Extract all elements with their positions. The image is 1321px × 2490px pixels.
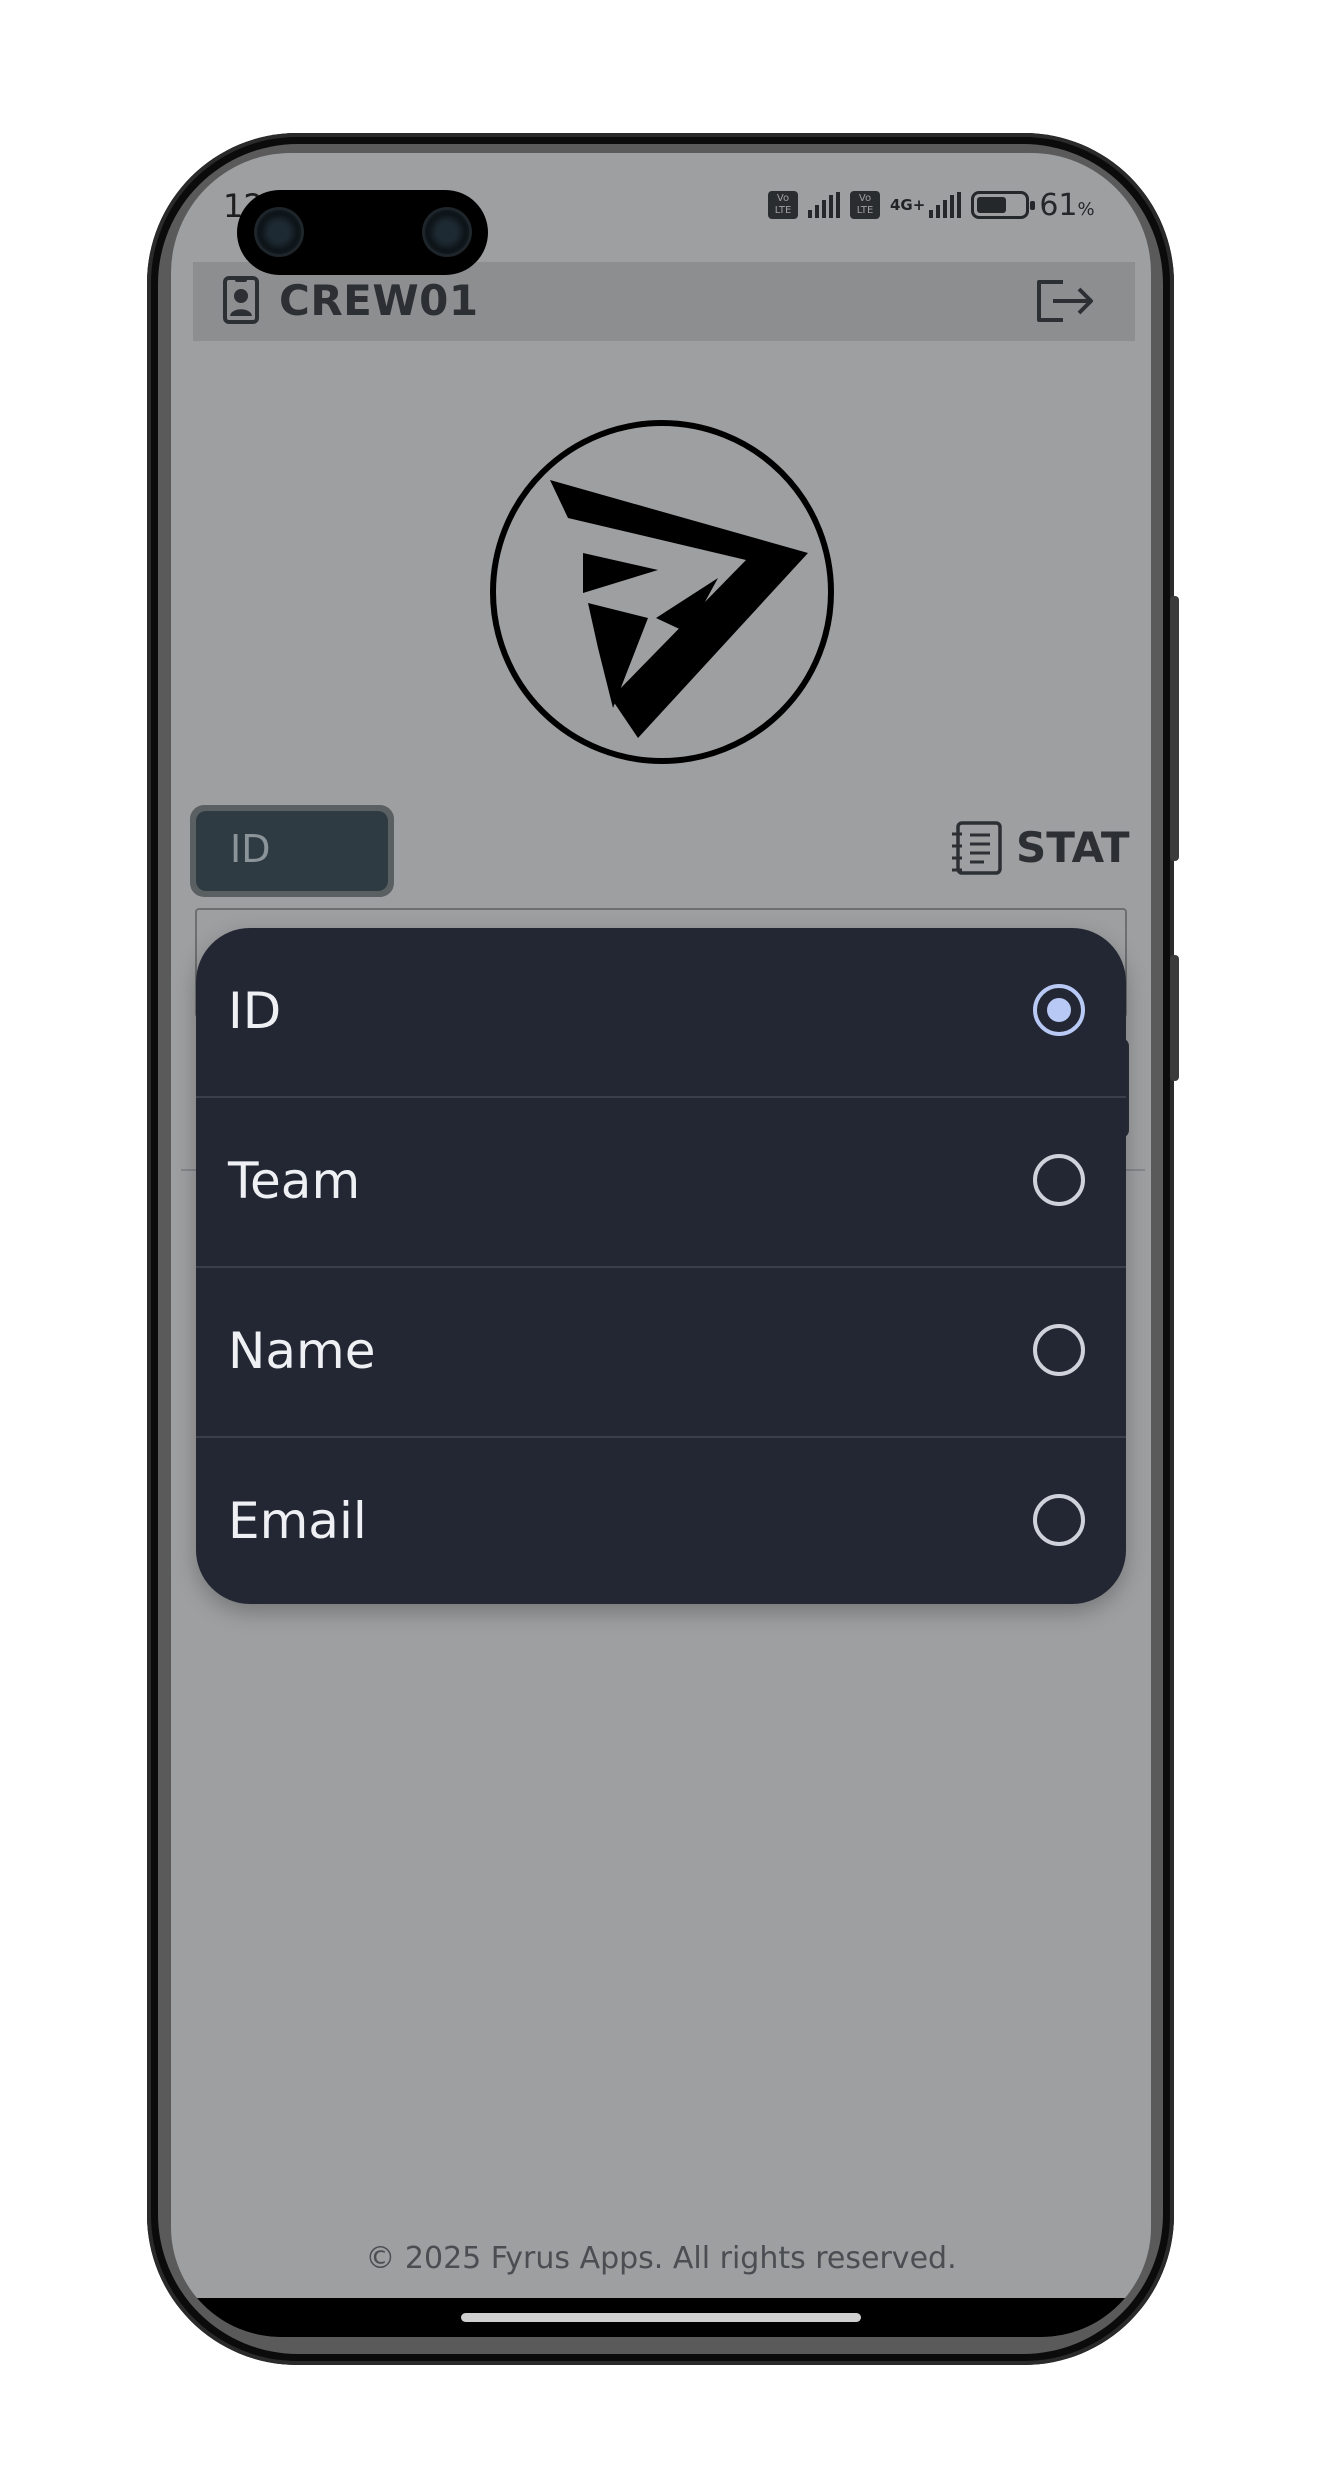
power-button xyxy=(1170,955,1179,1081)
status-icons: Vo LTE Vo LTE 4G+ 61% xyxy=(768,185,1095,225)
volte-icon: Vo LTE xyxy=(850,191,880,219)
radio-icon[interactable] xyxy=(1033,1494,1085,1546)
battery-text: 61% xyxy=(1039,187,1095,223)
option-team[interactable]: Team xyxy=(196,1098,1126,1268)
search-field-selector[interactable]: ID xyxy=(190,805,394,897)
battery-icon xyxy=(971,191,1036,219)
stat-list-icon[interactable] xyxy=(950,820,1004,876)
screen: 12 Vo LTE Vo LTE 4G+ 61% CREW01 ID STAT … xyxy=(171,153,1151,2337)
search-field-popup: ID Team Name Email xyxy=(196,928,1126,1604)
signal-icon xyxy=(808,192,840,218)
app-logo xyxy=(490,420,834,764)
user-label: CREW01 xyxy=(279,276,479,325)
option-label: Email xyxy=(228,1492,367,1550)
volume-button xyxy=(1170,596,1179,861)
radio-selected-icon[interactable] xyxy=(1033,984,1085,1036)
option-label: Team xyxy=(228,1152,361,1210)
radio-icon[interactable] xyxy=(1033,1154,1085,1206)
option-label: Name xyxy=(228,1322,376,1380)
option-name[interactable]: Name xyxy=(196,1268,1126,1438)
id-badge-icon xyxy=(223,276,259,324)
option-email[interactable]: Email xyxy=(196,1438,1126,1604)
camera-lens-icon xyxy=(257,210,301,254)
volte-icon: Vo LTE xyxy=(768,191,798,219)
option-label: ID xyxy=(228,982,282,1040)
option-id[interactable]: ID xyxy=(196,928,1126,1098)
home-indicator[interactable] xyxy=(461,2313,861,2322)
search-field-selected: ID xyxy=(230,827,271,871)
stat-button[interactable]: STAT xyxy=(1016,823,1130,872)
footer-copyright: © 2025 Fyrus Apps. All rights reserved. xyxy=(365,2241,957,2276)
camera-lens-icon xyxy=(425,210,469,254)
signal-icon xyxy=(929,192,962,218)
network-type: 4G+ xyxy=(890,196,926,214)
logout-icon[interactable] xyxy=(1033,276,1095,326)
camera-cutout xyxy=(237,190,488,275)
radio-icon[interactable] xyxy=(1033,1324,1085,1376)
